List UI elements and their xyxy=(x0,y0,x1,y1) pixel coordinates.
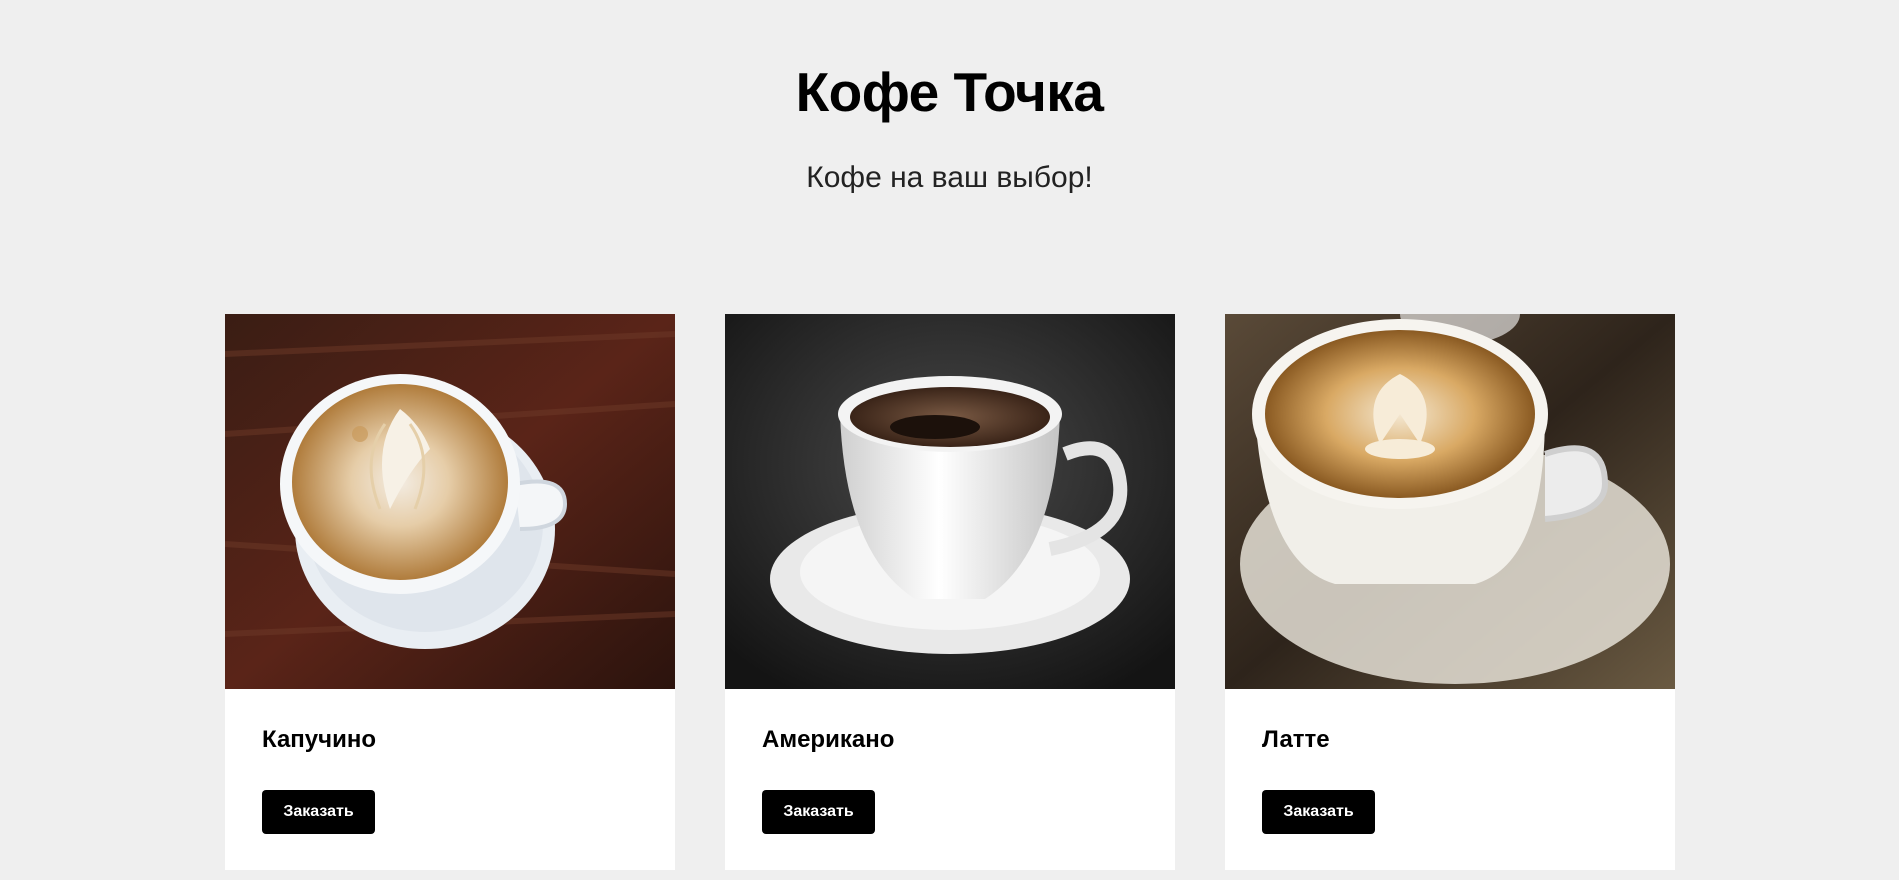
product-list: Капучино Заказать Американо Заказать Лат… xyxy=(225,314,1675,870)
product-card-cappuccino: Капучино Заказать xyxy=(225,314,675,870)
americano-image xyxy=(725,314,1175,689)
product-card-latte: Латте Заказать xyxy=(1225,314,1675,870)
page: Кофе Точка Кофе на ваш выбор! Капучино З… xyxy=(0,0,1899,880)
order-americano-button[interactable]: Заказать xyxy=(762,790,875,834)
page-title: Кофе Точка xyxy=(795,61,1104,123)
cappuccino-image xyxy=(225,314,675,689)
product-name: Латте xyxy=(1262,726,1330,753)
page-subtitle: Кофе на ваш выбор! xyxy=(806,161,1093,194)
latte-image xyxy=(1225,314,1675,689)
product-name: Капучино xyxy=(262,726,376,753)
product-name: Американо xyxy=(762,726,895,753)
order-cappuccino-button[interactable]: Заказать xyxy=(262,790,375,834)
order-latte-button[interactable]: Заказать xyxy=(1262,790,1375,834)
product-card-americano: Американо Заказать xyxy=(725,314,1175,870)
